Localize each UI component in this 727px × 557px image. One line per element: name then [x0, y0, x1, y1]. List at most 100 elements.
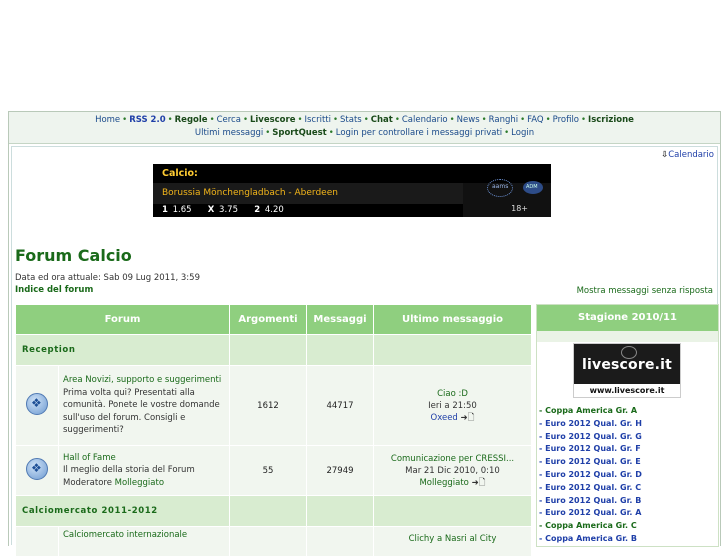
- category-title[interactable]: Reception: [15, 334, 230, 366]
- forum-index-link[interactable]: Indice del forum: [15, 285, 93, 295]
- category-row: Calciomercato 2011-2012: [15, 495, 532, 527]
- last-post-user[interactable]: Oxeed: [431, 413, 458, 423]
- competition-link[interactable]: - Euro 2012 Qual. Gr. E: [539, 457, 641, 466]
- nav-separator: •: [167, 115, 173, 125]
- forum-name-link[interactable]: Calciomercato internazionale: [63, 530, 187, 540]
- betting-banner[interactable]: Calcio: Borussia Mönchengladbach - Aberd…: [153, 164, 551, 217]
- banner-logos: aams ADM: [463, 179, 551, 217]
- last-post-date: Ieri a 21:50: [428, 400, 477, 411]
- nav-separator: •: [394, 115, 400, 125]
- main-navigation: Home • RSS 2.0 • Regole • Cerca • Livescore • Iscr…: [9, 112, 720, 144]
- adm-logo-icon: ADM: [523, 181, 543, 194]
- nav-link-ranghi[interactable]: Ranghi: [489, 115, 518, 125]
- nav-separator: •: [333, 115, 339, 125]
- header-forum: Forum: [15, 304, 230, 335]
- header-topics: Argomenti: [229, 304, 307, 335]
- page-frame: Home • RSS 2.0 • Regole • Cerca • Livescore • Iscr…: [8, 111, 721, 557]
- nav-separator: •: [581, 115, 587, 125]
- stopwatch-icon: [621, 346, 637, 359]
- nav-link-profilo[interactable]: Profilo: [553, 115, 579, 125]
- nav-separator: •: [242, 115, 248, 125]
- nav-link-rss-2-0[interactable]: RSS 2.0: [129, 115, 165, 125]
- nav-link-login[interactable]: Login: [511, 128, 534, 138]
- last-post-title[interactable]: Comunicazione per CRESSI...: [391, 454, 514, 464]
- nav-link-iscritti[interactable]: Iscritti: [305, 115, 332, 125]
- forum-description: Il meglio della storia del Forum: [63, 465, 195, 476]
- season-sidebar: Stagione 2010/11 livescore.it www.livesc…: [536, 304, 719, 547]
- competition-link[interactable]: - Euro 2012 Qual. Gr. G: [539, 432, 642, 441]
- livescore-logo[interactable]: livescore.it www.livescore.it: [573, 343, 681, 398]
- banner-heading: Calcio:: [162, 168, 198, 179]
- nav-separator: •: [504, 128, 510, 138]
- competition-link[interactable]: - Euro 2012 Qual. Gr. C: [539, 483, 641, 492]
- moderator-label: Moderatore: [63, 477, 112, 488]
- current-datetime: Data ed ora attuale: Sab 09 Lug 2011, 3:…: [15, 273, 200, 283]
- last-post-cell: Comunicazione per CRESSI... Mar 21 Dic 2…: [373, 445, 532, 496]
- last-post-title[interactable]: Ciao :D: [437, 389, 468, 399]
- last-post-title[interactable]: Clichy a Nasri al City: [409, 534, 497, 544]
- nav-separator: •: [265, 128, 271, 138]
- nav-link-livescore[interactable]: Livescore: [250, 115, 296, 125]
- nav-link-news[interactable]: News: [457, 115, 480, 125]
- nav-link-stats[interactable]: Stats: [340, 115, 362, 125]
- last-post-cell: Ciao :D Ieri a 21:50 Oxeed ➜🗋: [373, 365, 532, 446]
- nav-link-cerca[interactable]: Cerca: [217, 115, 241, 125]
- unanswered-posts-link[interactable]: Mostra messaggi senza risposta: [577, 286, 713, 296]
- forum-row: Calciomercato internazionale Clichy a Na…: [15, 526, 532, 557]
- moderator-link[interactable]: Molleggiato: [115, 478, 164, 488]
- nav-link-home[interactable]: Home: [95, 115, 120, 125]
- topic-count: 55: [229, 445, 307, 496]
- competition-link[interactable]: - Euro 2012 Qual. Gr. F: [539, 444, 641, 453]
- nav-link-sportquest[interactable]: SportQuest: [272, 128, 326, 138]
- competition-link[interactable]: - Euro 2012 Qual. Gr. H: [539, 419, 642, 428]
- category-row: Reception: [15, 334, 532, 366]
- nav-separator: •: [328, 128, 334, 138]
- go-to-post-icon[interactable]: ➜🗋: [461, 413, 475, 423]
- nav-link-faq[interactable]: FAQ: [527, 115, 543, 125]
- nav-row-2: Ultimi messaggi • SportQuest • Login per con…: [9, 127, 720, 140]
- topic-count: 1612: [229, 365, 307, 446]
- nav-link-chat[interactable]: Chat: [371, 115, 393, 125]
- age-restriction-badge: 18+: [511, 204, 528, 213]
- forum-row: Hall of Fame Il meglio della storia del …: [15, 445, 532, 496]
- competition-link[interactable]: - Coppa America Gr. A: [539, 406, 637, 415]
- nav-link-calendario[interactable]: Calendario: [402, 115, 448, 125]
- last-post-date: Mar 21 Dic 2010, 0:10: [405, 465, 500, 476]
- header-last-post: Ultimo messaggio: [373, 304, 532, 335]
- post-count: 27949: [306, 445, 374, 496]
- category-title[interactable]: Calciomercato 2011-2012: [15, 495, 230, 527]
- sidebar-title: Stagione 2010/11: [537, 305, 718, 331]
- nav-separator: •: [481, 115, 487, 125]
- post-count: 44717: [306, 365, 374, 446]
- forum-name-link[interactable]: Area Novizi, supporto e suggerimenti: [63, 375, 221, 385]
- banner-odds: 1 1.65 X 3.75 2 4.20: [162, 205, 284, 215]
- competition-link[interactable]: - Coppa America Gr. C: [539, 521, 637, 530]
- forum-folder-icon: [26, 458, 48, 480]
- forum-row: Area Novizi, supporto e suggerimenti Pri…: [15, 365, 532, 446]
- nav-separator: •: [122, 115, 128, 125]
- nav-link-regole[interactable]: Regole: [175, 115, 208, 125]
- last-post-user[interactable]: Molleggiato: [419, 478, 468, 488]
- nav-separator: •: [545, 115, 551, 125]
- competition-link[interactable]: - Euro 2012 Qual. Gr. D: [539, 470, 642, 479]
- forum-table: Forum Argomenti Messaggi Ultimo messaggi…: [15, 304, 532, 557]
- calendar-link[interactable]: ⇩Calendario: [661, 150, 714, 160]
- nav-link-login-per-controllare-i-messaggi-privati[interactable]: Login per controllare i messaggi privati: [336, 128, 502, 138]
- competition-link[interactable]: - Euro 2012 Qual. Gr. A: [539, 508, 641, 517]
- nav-row-1: Home • RSS 2.0 • Regole • Cerca • Livescore • Iscr…: [9, 114, 720, 127]
- competition-link[interactable]: - Euro 2012 Qual. Gr. B: [539, 496, 641, 505]
- nav-separator: •: [209, 115, 215, 125]
- nav-link-ultimi-messaggi[interactable]: Ultimi messaggi: [195, 128, 263, 138]
- page-title: Forum Calcio: [15, 246, 132, 265]
- header-posts: Messaggi: [306, 304, 374, 335]
- competition-link[interactable]: - Coppa America Gr. B: [539, 534, 637, 543]
- forum-folder-icon: [26, 393, 48, 415]
- nav-separator: •: [449, 115, 455, 125]
- nav-separator: •: [363, 115, 369, 125]
- nav-separator: •: [520, 115, 526, 125]
- aams-logo-icon: aams: [487, 179, 513, 197]
- forum-name-link[interactable]: Hall of Fame: [63, 453, 116, 463]
- nav-link-iscrizione[interactable]: Iscrizione: [588, 115, 634, 125]
- go-to-post-icon[interactable]: ➜🗋: [472, 478, 486, 488]
- content-area: ⇩Calendario Calcio: Borussia Mönchenglad…: [11, 146, 719, 557]
